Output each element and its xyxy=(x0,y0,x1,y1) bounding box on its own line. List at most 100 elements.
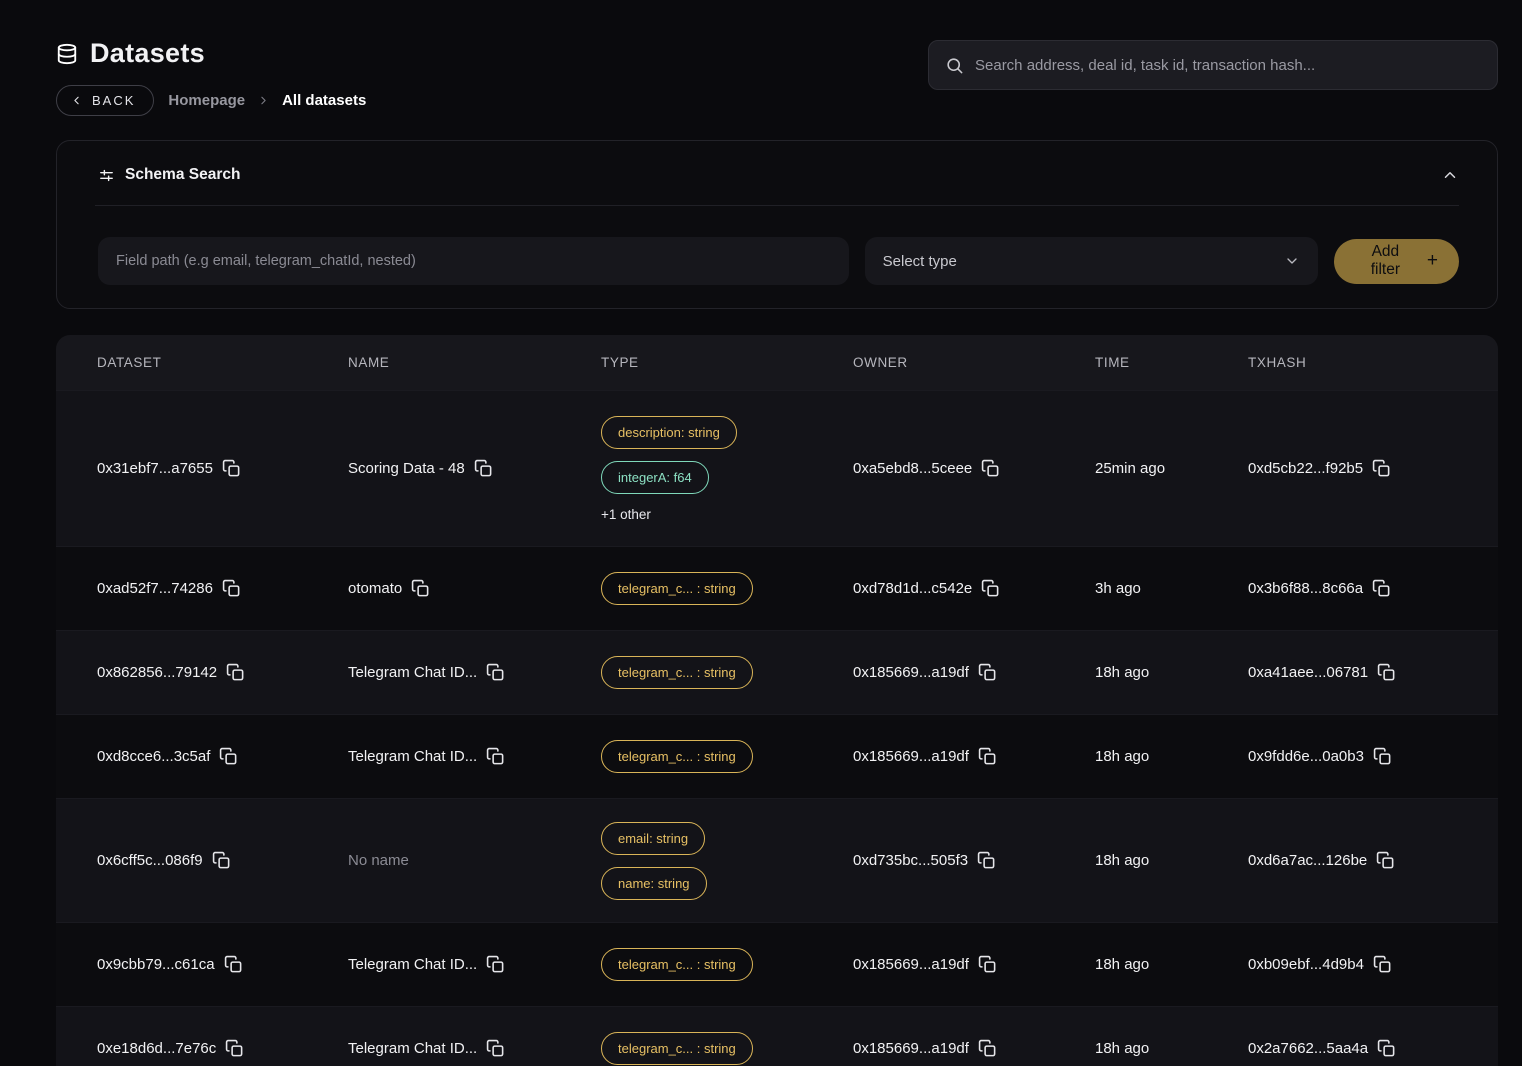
back-button[interactable]: BACK xyxy=(56,85,154,116)
type-badge: integerA: f64 xyxy=(601,461,709,494)
owner-address-text: 0xa5ebd8...5ceee xyxy=(853,460,972,477)
breadcrumb-homepage[interactable]: Homepage xyxy=(168,92,245,109)
type-badge: telegram_c... : string xyxy=(601,572,753,605)
owner-address: 0x185669...a19df xyxy=(853,1039,1095,1058)
copy-icon[interactable] xyxy=(486,955,505,974)
dataset-id-text: 0xe18d6d...7e76c xyxy=(97,1040,216,1057)
copy-icon[interactable] xyxy=(978,1039,997,1058)
table-row[interactable]: 0xad52f7...74286otomatotelegram_c... : s… xyxy=(56,546,1498,630)
copy-icon[interactable] xyxy=(1377,663,1396,682)
dataset-id-text: 0x9cbb79...c61ca xyxy=(97,956,215,973)
column-header: TYPE xyxy=(601,355,853,370)
tx-hash: 0x3b6f88...8c66a xyxy=(1248,579,1498,598)
copy-icon[interactable] xyxy=(212,851,231,870)
table-header: DATASETNAMETYPEOWNERTIMETXHASH xyxy=(56,335,1498,390)
breadcrumb: Homepage All datasets xyxy=(168,92,366,109)
copy-icon[interactable] xyxy=(978,663,997,682)
copy-icon[interactable] xyxy=(1372,579,1391,598)
dataset-id: 0x31ebf7...a7655 xyxy=(97,459,348,478)
breadcrumb-current: All datasets xyxy=(282,92,366,109)
type-badge: email: string xyxy=(601,822,705,855)
type-cell: telegram_c... : string xyxy=(601,932,853,997)
type-cell: telegram_c... : string xyxy=(601,556,853,621)
dataset-id: 0xe18d6d...7e76c xyxy=(97,1039,348,1058)
add-filter-label: Add filter xyxy=(1355,243,1416,279)
type-badge: telegram_c... : string xyxy=(601,740,753,773)
add-filter-button[interactable]: Add filter + xyxy=(1334,239,1459,284)
dataset-name: Telegram Chat ID... xyxy=(348,747,601,766)
table-body: 0x31ebf7...a7655Scoring Data - 48descrip… xyxy=(56,390,1498,1066)
owner-address-text: 0x185669...a19df xyxy=(853,748,969,765)
table-row[interactable]: 0xe18d6d...7e76cTelegram Chat ID...teleg… xyxy=(56,1006,1498,1066)
table-row[interactable]: 0x31ebf7...a7655Scoring Data - 48descrip… xyxy=(56,390,1498,546)
time-ago: 18h ago xyxy=(1095,956,1248,973)
dataset-name-text: Telegram Chat ID... xyxy=(348,956,477,973)
database-icon xyxy=(56,42,78,66)
copy-icon[interactable] xyxy=(219,747,238,766)
type-badge: name: string xyxy=(601,867,707,900)
dataset-name: Scoring Data - 48 xyxy=(348,459,601,478)
copy-icon[interactable] xyxy=(1373,747,1392,766)
sliders-icon xyxy=(98,167,115,184)
tx-hash: 0xd5cb22...f92b5 xyxy=(1248,459,1498,478)
dataset-name: otomato xyxy=(348,579,601,598)
tx-hash-text: 0xd6a7ac...126be xyxy=(1248,852,1367,869)
tx-hash: 0x9fdd6e...0a0b3 xyxy=(1248,747,1498,766)
tx-hash: 0xd6a7ac...126be xyxy=(1248,851,1498,870)
copy-icon[interactable] xyxy=(981,579,1000,598)
tx-hash: 0x2a7662...5aa4a xyxy=(1248,1039,1498,1058)
type-cell: description: stringintegerA: f64+1 other xyxy=(601,400,853,538)
back-label: BACK xyxy=(92,93,135,108)
type-select[interactable]: Select type xyxy=(865,237,1318,285)
copy-icon[interactable] xyxy=(1376,851,1395,870)
copy-icon[interactable] xyxy=(486,663,505,682)
copy-icon[interactable] xyxy=(486,1039,505,1058)
global-search[interactable] xyxy=(928,40,1498,90)
type-cell: telegram_c... : string xyxy=(601,724,853,789)
table-row[interactable]: 0xd8cce6...3c5af Telegram Chat ID...teleg… xyxy=(56,714,1498,798)
copy-icon[interactable] xyxy=(1372,459,1391,478)
collapse-button[interactable] xyxy=(1441,166,1459,184)
copy-icon[interactable] xyxy=(486,747,505,766)
field-path-input[interactable] xyxy=(98,237,849,285)
copy-icon[interactable] xyxy=(226,663,245,682)
copy-icon[interactable] xyxy=(222,459,241,478)
column-header: TXHASH xyxy=(1248,355,1498,370)
table-row[interactable]: 0x862856...79142 Telegram Chat ID... teleg… xyxy=(56,630,1498,714)
topbar: Datasets BACK Homepage All datasets xyxy=(56,30,1498,116)
tx-hash-text: 0x9fdd6e...0a0b3 xyxy=(1248,748,1364,765)
dataset-name-text: Telegram Chat ID... xyxy=(348,664,477,681)
page-title: Datasets xyxy=(90,38,205,69)
copy-icon[interactable] xyxy=(978,747,997,766)
dataset-id: 0x9cbb79...c61ca xyxy=(97,955,348,974)
time-ago: 25min ago xyxy=(1095,460,1248,477)
type-badge: telegram_c... : string xyxy=(601,656,753,689)
copy-icon[interactable] xyxy=(411,579,430,598)
copy-icon[interactable] xyxy=(981,459,1000,478)
table-row[interactable]: 0x6cff5c...086f9No nameemail: stringname… xyxy=(56,798,1498,922)
copy-icon[interactable] xyxy=(222,579,241,598)
plus-icon: + xyxy=(1427,250,1438,272)
time-ago: 18h ago xyxy=(1095,852,1248,869)
dataset-name: Telegram Chat ID... xyxy=(348,955,601,974)
table-row[interactable]: 0x9cbb79...c61ca Telegram Chat ID... teleg… xyxy=(56,922,1498,1006)
type-badge: description: string xyxy=(601,416,737,449)
copy-icon[interactable] xyxy=(1377,1039,1396,1058)
datasets-table: DATASETNAMETYPEOWNERTIMETXHASH 0x31ebf7.… xyxy=(56,335,1498,1066)
type-cell: telegram_c... : string xyxy=(601,1016,853,1066)
datasets-page: Datasets BACK Homepage All datasets xyxy=(0,0,1522,1066)
owner-address: 0xa5ebd8...5ceee xyxy=(853,459,1095,478)
copy-icon[interactable] xyxy=(224,955,243,974)
type-badge: telegram_c... : string xyxy=(601,948,753,981)
dataset-id-text: 0xd8cce6...3c5af xyxy=(97,748,210,765)
copy-icon[interactable] xyxy=(977,851,996,870)
copy-icon[interactable] xyxy=(225,1039,244,1058)
copy-icon[interactable] xyxy=(474,459,493,478)
tx-hash: 0xb09ebf...4d9b4 xyxy=(1248,955,1498,974)
copy-icon[interactable] xyxy=(978,955,997,974)
time-ago: 18h ago xyxy=(1095,664,1248,681)
schema-search-panel: Schema Search Select type Add filter + xyxy=(56,140,1498,309)
search-input[interactable] xyxy=(975,57,1481,74)
copy-icon[interactable] xyxy=(1373,955,1392,974)
dataset-id-text: 0x862856...79142 xyxy=(97,664,217,681)
